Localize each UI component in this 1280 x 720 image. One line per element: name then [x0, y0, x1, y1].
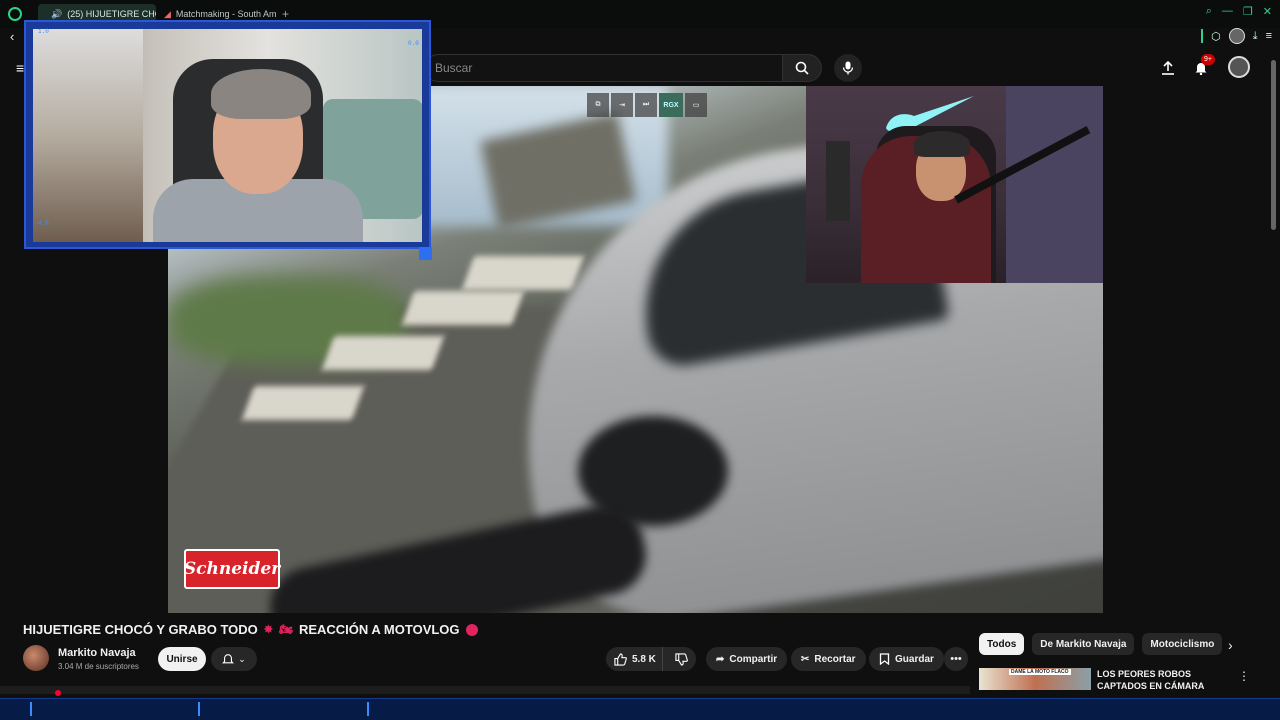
notifications-button[interactable]: 9+: [1191, 54, 1215, 78]
search-icon: [795, 61, 809, 75]
thumbs-up-icon: [614, 652, 627, 666]
share-icon: ➦: [716, 653, 725, 665]
recommendation-chips: Todos De Markito Navaja Motociclismo: [979, 633, 1223, 655]
notification-badge: 9+: [1201, 54, 1215, 65]
voice-search-button[interactable]: [834, 54, 862, 82]
more-vertical-icon[interactable]: ⋮: [1238, 669, 1250, 683]
browser-logo-icon[interactable]: [8, 7, 22, 21]
hud-readout: 1.0: [38, 28, 49, 35]
upload-icon: [1162, 61, 1174, 75]
enter-icon[interactable]: ⇥: [611, 93, 633, 117]
share-label: Compartir: [729, 653, 778, 665]
rgx-button[interactable]: RGX: [659, 93, 683, 117]
window-controls: ⌕ — ❐ ✕: [1206, 5, 1272, 18]
page-scrollbar[interactable]: [1271, 60, 1276, 230]
webcam-shelf: [33, 29, 143, 242]
thumbs-down-icon: [675, 652, 689, 666]
minimize-icon[interactable]: —: [1222, 5, 1233, 18]
video-title: HIJUETIGRE CHOCÓ Y GRABO TODO ✸ 🏍 REACCI…: [23, 622, 478, 637]
webcam-shelf-item: [826, 141, 850, 221]
speaker-icon: 🔊: [51, 8, 63, 19]
motorcycle-emoji-icon: 🏍: [278, 624, 293, 636]
video-title-main: HIJUETIGRE CHOCÓ Y GRABO TODO: [23, 622, 258, 637]
progress-dot: [55, 690, 61, 696]
recommendation-thumbnail[interactable]: DAME LA MOTO FLACO: [979, 668, 1091, 690]
tab-favicon-icon: ◢: [164, 8, 171, 19]
dislike-button[interactable]: [668, 647, 696, 671]
bell-icon: [222, 654, 235, 664]
bar-tick: [198, 702, 200, 716]
clip-label: Recortar: [814, 653, 856, 665]
chevron-down-icon: ⌄: [238, 653, 246, 664]
divider: [1201, 29, 1204, 43]
tab-label: Matchmaking - South Am: [175, 9, 276, 19]
restore-icon[interactable]: ❐: [1243, 5, 1253, 18]
next-icon[interactable]: ⏭: [635, 93, 657, 117]
webcam-person-hair: [211, 69, 311, 119]
hud-square: [419, 247, 432, 260]
comments-divider: [0, 686, 970, 694]
account-avatar[interactable]: [1228, 56, 1250, 78]
player-overlay-controls: ⧉ ⇥ ⏭ RGX ▭: [587, 93, 707, 117]
crosswalk-stripe: [461, 256, 585, 290]
recommendation-title[interactable]: LOS PEORES ROBOS CAPTADOS EN CÁMARA: [1097, 668, 1227, 692]
more-actions-button[interactable]: •••: [944, 647, 968, 671]
more-horizontal-icon: •••: [950, 653, 962, 665]
chip-motorcycling[interactable]: Motociclismo: [1142, 633, 1223, 655]
new-tab-icon[interactable]: +: [282, 7, 289, 21]
theater-icon[interactable]: ▭: [685, 93, 707, 117]
back-icon[interactable]: ‹: [10, 29, 14, 44]
bar-tick: [367, 702, 369, 716]
clip-button[interactable]: ✂ Recortar: [791, 647, 866, 671]
video-title-suffix: REACCIÓN A MOTOVLOG: [298, 622, 460, 637]
crosswalk-stripe: [321, 336, 445, 370]
download-icon[interactable]: ⤓: [1253, 30, 1258, 43]
hud-readout: 4.8: [38, 220, 49, 227]
collision-emoji-icon: ✸: [263, 624, 273, 636]
tab-label: (25) HIJUETIGRE CHO: [67, 9, 156, 19]
extensions-icon[interactable]: ⬡: [1211, 30, 1221, 43]
webcam-feed: [33, 29, 422, 242]
hamburger-menu-icon[interactable]: ≡: [16, 60, 24, 76]
share-button[interactable]: ➦ Compartir: [706, 647, 788, 671]
hud-readout: 0.0: [408, 40, 419, 47]
chip-channel[interactable]: De Markito Navaja: [1032, 633, 1135, 655]
close-icon[interactable]: ✕: [1263, 5, 1272, 18]
channel-avatar[interactable]: [23, 645, 49, 671]
save-label: Guardar: [895, 653, 934, 665]
save-button[interactable]: Guardar: [869, 647, 944, 671]
pip-icon[interactable]: ⧉: [587, 93, 609, 117]
webcam-overlay-left: 1.0 0.0 4.8: [24, 20, 432, 260]
crosswalk-stripe: [401, 291, 525, 325]
overlay-bottom-bar: [0, 698, 1280, 720]
crosswalk-stripe: [241, 386, 365, 420]
upload-button[interactable]: [1158, 58, 1178, 78]
microphone-icon: [842, 61, 854, 75]
scissors-icon: ✂: [801, 653, 810, 665]
subscriber-count: 3.04 M de suscriptores: [58, 662, 139, 671]
thumbnail-text: DAME LA MOTO FLACO: [1009, 669, 1071, 675]
like-count: 5.8 K: [632, 653, 656, 665]
webcam-person-hair: [914, 131, 970, 157]
channel-name[interactable]: Markito Navaja: [58, 647, 136, 659]
webcam-overlay-right: [806, 86, 1103, 283]
sponsor-logo: Schneider: [184, 549, 280, 589]
search-input[interactable]: Buscar: [424, 54, 782, 82]
bar-tick: [30, 702, 32, 716]
chevron-right-icon[interactable]: ›: [1228, 637, 1233, 653]
subscription-bell-button[interactable]: ⌄: [211, 647, 257, 671]
menu-icon[interactable]: ≡: [1266, 30, 1272, 42]
join-button[interactable]: Unirse: [158, 647, 206, 671]
webcam-wall-emblem: [1006, 86, 1103, 283]
like-button[interactable]: 5.8 K: [606, 647, 663, 671]
search-tabs-icon[interactable]: ⌕: [1206, 5, 1212, 18]
chip-all[interactable]: Todos: [979, 633, 1025, 655]
search-button[interactable]: [782, 54, 822, 82]
save-playlist-icon: [879, 653, 890, 665]
screen: 🔊 (25) HIJUETIGRE CHO ◢ Matchmaking - So…: [0, 0, 1280, 720]
red-circle-emoji-icon: [465, 623, 478, 636]
extensions-bar: ⬡ ⤓ ≡: [1201, 28, 1272, 44]
profile-icon[interactable]: [1228, 28, 1245, 44]
like-dislike-group: 5.8 K: [606, 647, 696, 671]
